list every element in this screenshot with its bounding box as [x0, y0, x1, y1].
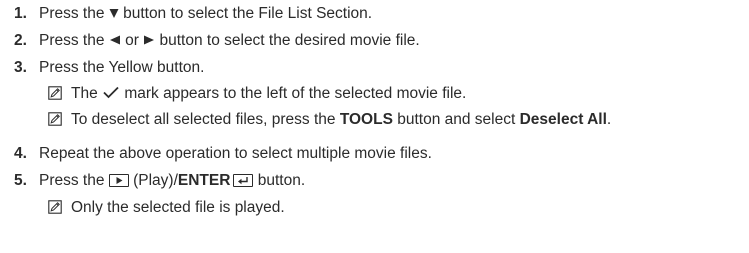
- enter-label: ENTER: [177, 172, 231, 189]
- note-text: Only the selected file is played.: [71, 199, 285, 216]
- step-number: 1.: [14, 5, 27, 22]
- checkmark-icon: [103, 86, 119, 99]
- step-3: 3. Press the Yellow button.: [14, 58, 734, 78]
- note-pencil-icon: [48, 86, 62, 100]
- enter-button-icon: [233, 174, 254, 187]
- step-2: 2. Press the or button to select the des…: [14, 31, 734, 51]
- note-pencil-icon: [48, 112, 62, 126]
- note-5a: Only the selected file is played.: [48, 198, 738, 218]
- note-text: The mark appears to the left of the sele…: [71, 85, 467, 102]
- step-text: Press the Yellow button.: [39, 59, 205, 76]
- step-number: 2.: [14, 32, 27, 49]
- step-5: 5. Press the (Play)/ENTER button.: [14, 171, 734, 191]
- note-3a: The mark appears to the left of the sele…: [48, 84, 738, 104]
- right-triangle-icon: [144, 35, 155, 45]
- step-number: 5.: [14, 172, 27, 189]
- instruction-list: 1. Press the button to select the File L…: [0, 0, 749, 253]
- down-triangle-icon: [109, 9, 119, 18]
- deselect-all-label: Deselect All: [519, 111, 607, 128]
- step-text: Press the button to select the File List…: [39, 5, 373, 22]
- step-number: 3.: [14, 59, 27, 76]
- tools-label: TOOLS: [339, 111, 393, 128]
- note-3b: To deselect all selected files, press th…: [48, 110, 748, 130]
- note-pencil-icon: [48, 200, 62, 214]
- step-4: 4. Repeat the above operation to select …: [14, 144, 734, 164]
- step-1: 1. Press the button to select the File L…: [14, 4, 734, 24]
- step-text: Press the or button to select the desire…: [39, 32, 420, 49]
- left-triangle-icon: [109, 35, 120, 45]
- step-text: Repeat the above operation to select mul…: [39, 145, 432, 162]
- note-text: To deselect all selected files, press th…: [71, 111, 612, 128]
- play-button-icon: [108, 174, 129, 187]
- step-number: 4.: [14, 145, 27, 162]
- step-text: Press the (Play)/ENTER button.: [39, 172, 306, 189]
